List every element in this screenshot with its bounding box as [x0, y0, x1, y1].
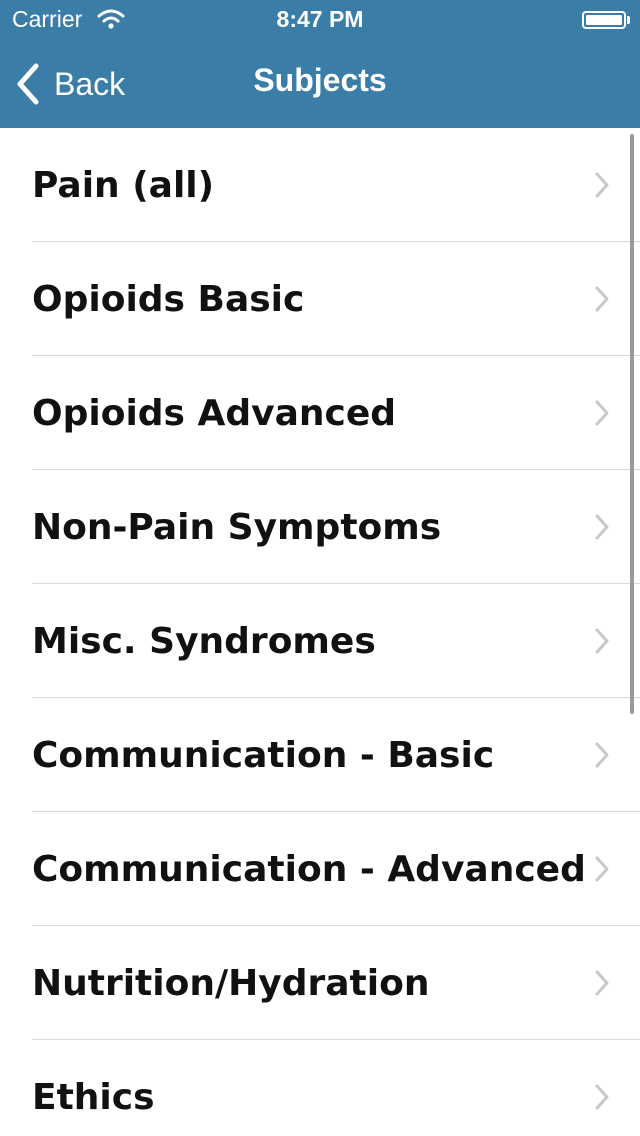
back-label: Back	[54, 65, 126, 102]
list-item-label: Opioids Advanced	[32, 392, 397, 434]
list-item-label: Communication - Basic	[32, 734, 495, 776]
list-item-label: Communication - Advanced	[32, 848, 586, 890]
list-item-label: Nutrition/Hydration	[32, 962, 430, 1004]
list-item-label: Opioids Basic	[32, 278, 305, 320]
chevron-right-icon	[595, 856, 609, 882]
chevron-right-icon	[595, 514, 609, 540]
list-item-pain-all[interactable]: Pain (all)	[0, 128, 640, 242]
chevron-left-icon	[17, 63, 39, 105]
list-item-label: Misc. Syndromes	[32, 620, 376, 662]
chevron-right-icon	[595, 742, 609, 768]
battery-icon	[582, 11, 626, 29]
chevron-right-icon	[595, 286, 609, 312]
list-item-communication-basic[interactable]: Communication - Basic	[0, 698, 640, 812]
chevron-right-icon	[595, 628, 609, 654]
top-bar: Carrier 8:47 PM Back Subjects	[0, 0, 640, 128]
list-item-misc-syndromes[interactable]: Misc. Syndromes	[0, 584, 640, 698]
navigation-bar: Back Subjects	[0, 40, 640, 128]
clock: 8:47 PM	[276, 6, 364, 32]
subjects-list: Pain (all) Opioids Basic Opioids Advance…	[0, 128, 640, 1136]
list-item-label: Non-Pain Symptoms	[32, 506, 442, 548]
list-item-opioids-basic[interactable]: Opioids Basic	[0, 242, 640, 356]
screen: Carrier 8:47 PM Back Subjects Pain (all)…	[0, 0, 640, 1136]
list-item-opioids-advanced[interactable]: Opioids Advanced	[0, 356, 640, 470]
list-item-non-pain-symptoms[interactable]: Non-Pain Symptoms	[0, 470, 640, 584]
list-item-ethics[interactable]: Ethics	[0, 1040, 640, 1136]
list-item-label: Ethics	[32, 1076, 155, 1118]
status-bar: Carrier 8:47 PM	[0, 0, 640, 40]
scrollbar[interactable]	[630, 134, 634, 714]
battery-level	[586, 15, 622, 25]
back-button[interactable]: Back	[14, 60, 125, 108]
list-item-communication-advanced[interactable]: Communication - Advanced	[0, 812, 640, 926]
list-item-label: Pain (all)	[32, 164, 215, 206]
list-item-nutrition-hydration[interactable]: Nutrition/Hydration	[0, 926, 640, 1040]
chevron-right-icon	[595, 400, 609, 426]
chevron-right-icon	[595, 1084, 609, 1110]
chevron-right-icon	[595, 970, 609, 996]
battery-tip	[627, 16, 630, 24]
chevron-right-icon	[595, 172, 609, 198]
